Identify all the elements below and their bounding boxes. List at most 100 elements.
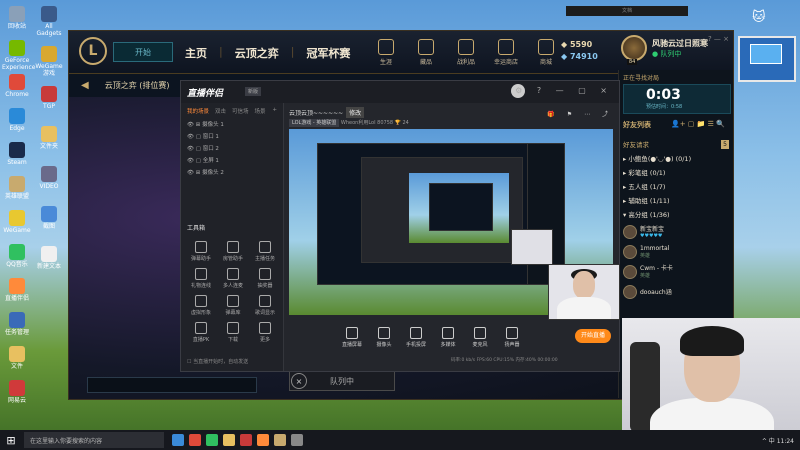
queue-timer-box: 0:03 预估时间：0:58 [623,84,731,114]
edit-title-button[interactable]: 修改 [346,107,365,118]
taskbar-search-input[interactable]: 在这里输入你要搜索的内容 [24,432,164,448]
friend-group[interactable]: ▸ 小鲍鱼(●'◡'●) (0/1) [623,152,729,166]
stream-window-controls[interactable]: ⚙ ? — ▢ × [515,86,613,95]
friend-group[interactable]: ▸ 彩笔组 (0/1) [623,166,729,180]
auto-notify-checkbox[interactable]: ☐ 当直播开始时，自动发送 [187,358,248,365]
source-tool-button[interactable]: 麦克风 [469,327,491,348]
back-arrow-icon[interactable]: ◀ [81,80,89,91]
source-tool-button[interactable]: 扬声器 [501,327,523,348]
play-button[interactable]: 开始 [113,42,173,62]
scene-source[interactable]: 👁 ▢ 窗口 2 [181,143,283,155]
category-tag[interactable]: LOL游戏 - 英雄联盟 [289,119,340,127]
friend-requests[interactable]: 好友请求 5 [623,138,729,152]
toolbox-item[interactable]: 抽奖器 [249,268,281,289]
desktop-shortcut[interactable]: VIDEO [34,166,64,190]
scene-source[interactable]: 👁 ▢ 窗口 1 [181,131,283,143]
toolbox-item[interactable]: 下载 [217,322,249,343]
desktop-shortcut[interactable]: WeGame 游戏 [34,46,64,77]
friend-item[interactable]: 新宝新宝 ♥♥♥♥♥ [623,222,729,242]
mode-header: ◀ 云顶之弈 (排位赛) [69,74,179,96]
scene-source[interactable]: 👁 ⊞ 摄像头 2 [181,167,283,179]
toolbox-item[interactable]: 多人连麦 [217,268,249,289]
lobby-chat-input[interactable] [87,377,257,393]
tool-icon [227,241,239,253]
friend-group[interactable]: ▾ 高分组 (1/36) [623,208,729,222]
nav-tft[interactable]: 云顶之弈 [235,45,279,61]
desktop-shortcut[interactable]: 截图 [34,206,64,230]
taskbar-app-icon[interactable] [257,434,269,446]
tab-scene-2[interactable]: 双击 [215,107,226,115]
taskbar-app-icon[interactable] [274,434,286,446]
desktop-shortcut[interactable]: 文件夹 [34,126,64,150]
friend-item[interactable]: dooauch涵 [623,282,729,302]
lucky-shop-nav[interactable]: 幸运商店 [491,37,521,66]
source-tool-button[interactable]: 摄像头 [373,327,395,348]
taskbar-app-icon[interactable] [189,434,201,446]
toolbox-item[interactable]: 虚拟形象 [185,295,217,316]
friends-tools-icons[interactable]: 👤+ ▢ 📁 ☰ 🔍 [671,120,725,128]
system-tray[interactable]: ^ 中 11:24 [762,436,794,445]
taskbar-app-icon[interactable] [223,434,235,446]
stream-app-logo: 直播伴侣 [187,89,224,99]
friend-avatar [623,225,637,239]
taskbar-app-icon[interactable] [240,434,252,446]
tool-label: 多人连麦 [222,283,243,289]
scene-source[interactable]: 👁 ▢ 全屏 1 [181,155,283,167]
add-scene-icon[interactable]: + [272,107,277,115]
collection-icon [418,39,434,55]
friend-item[interactable]: 1mmortal 英雄 [623,242,729,262]
toolbox-item[interactable]: 房管助手 [217,241,249,262]
tool-icon [195,295,207,307]
toolbox-item[interactable]: 直播PK [185,322,217,343]
player-profile[interactable]: 84 风驰云过日照寒 ● 队列中 [621,35,708,65]
stream-action-icons[interactable]: 🎁 ⚑ ⋯ ⤴ [547,109,613,118]
go-live-button[interactable]: 开始直播 [575,329,611,343]
friends-groups: 好友请求 5 ▸ 小鲍鱼(●'◡'●) (0/1) ▸ 彩笔组 (0/1) ▸ 五… [623,138,729,302]
toolbox-item[interactable]: 弹幕助手 [185,241,217,262]
app-icon [41,166,57,182]
toolbox-item[interactable]: 礼物连线 [185,268,217,289]
tool-label: 主播任务 [254,256,275,262]
profile-nav[interactable]: 生涯 [371,37,401,66]
friend-group[interactable]: ▸ 辅助组 (1/11) [623,194,729,208]
tool-label: 弹幕库 [225,310,241,316]
client-window-controls[interactable]: ? — × [708,35,729,43]
taskbar-app-icon[interactable] [172,434,184,446]
scene-source[interactable]: 👁 ⊞ 摄像头 1 [181,119,283,131]
friend-item[interactable]: Cwm - 卡卡 英雄 [623,262,729,282]
tab-scene-4[interactable]: 场景 [255,107,266,115]
taskbar-app-icon[interactable] [291,434,303,446]
source-tool-label: 直播屏幕 [341,342,362,348]
tool-icon [259,241,271,253]
cancel-queue-icon[interactable]: × [291,373,307,389]
toolbox-item[interactable]: 歌词显示 [249,295,281,316]
store-icon [538,39,554,55]
collection-nav[interactable]: 藏品 [411,37,441,66]
friend-group[interactable]: ▸ 五人组 (1/7) [623,180,729,194]
loot-nav[interactable]: 战利品 [451,37,481,66]
monitor-icon[interactable] [738,36,796,82]
windows-start-icon[interactable]: ⊞ [0,430,22,450]
store-nav[interactable]: 商城 [531,37,561,66]
toolbox-item[interactable]: 弹幕库 [217,295,249,316]
tool-icon [195,268,207,280]
nav-clash[interactable]: 冠军杯赛 [306,45,350,61]
taskbar-app-icon[interactable] [206,434,218,446]
toolbox-item[interactable]: 主播任务 [249,241,281,262]
desktop-shortcut[interactable]: TGP [34,86,64,110]
avatar[interactable]: 84 [621,35,647,65]
document-tab[interactable]: 文档 [566,6,688,16]
source-tool-button[interactable]: 多媒体 [437,327,459,348]
source-tool-button[interactable]: 直播屏幕 [341,327,363,348]
desktop-shortcut[interactable]: All Gadgets [34,6,64,37]
cat-icon[interactable]: 🐱 [752,10,770,26]
nav-home[interactable]: 主页 [185,45,207,61]
lucky-shop-icon [498,39,514,55]
source-tool-button[interactable]: 手机投屏 [405,327,427,348]
toolbox-item[interactable]: 更多 [249,322,281,343]
main-nav: 主页 | 云顶之弈 | 冠军杯赛 [185,45,350,61]
tab-scene-3[interactable]: 可信场 [232,107,249,115]
desktop-shortcut[interactable]: 新建文本 [34,246,64,270]
source-toolbar: 直播屏幕 摄像头 手机投屏 多媒体 麦克风 扬声器 [341,327,523,348]
tab-my-scenes[interactable]: 我的场景 [187,107,209,115]
